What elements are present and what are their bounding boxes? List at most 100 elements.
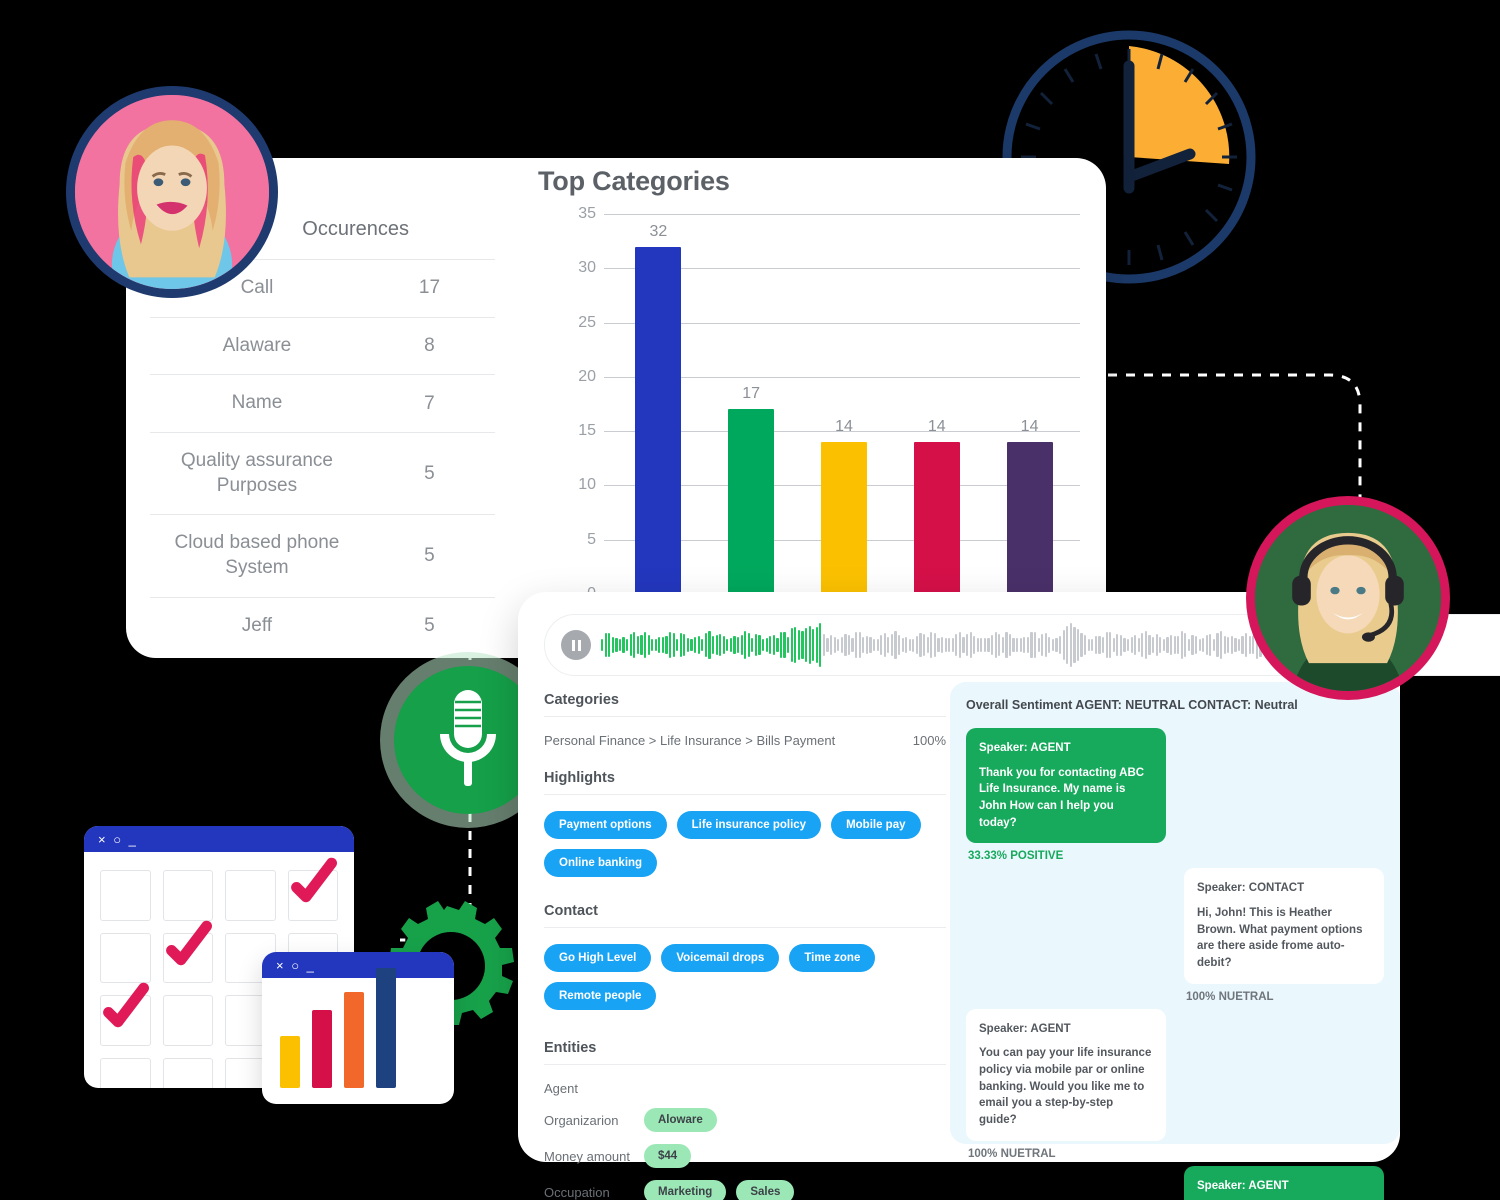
waveform-bar	[1230, 635, 1233, 655]
highlight-tag[interactable]: Life insurance policy	[676, 811, 822, 839]
bar	[913, 442, 960, 594]
message-speaker: Speaker: CONTACT	[1197, 882, 1305, 895]
chart-title: Top Categories	[538, 166, 730, 196]
waveform-bar	[1159, 636, 1162, 654]
highlight-tag[interactable]: Payment options	[544, 811, 667, 839]
waveform-bar	[1012, 638, 1015, 652]
checkbox[interactable]	[100, 870, 151, 921]
waveform-bar	[1173, 635, 1176, 655]
waveform-bar	[618, 638, 622, 652]
message-row: Speaker: AGENTYes, my email is heatherbr…	[966, 1165, 1384, 1200]
waveform-bar	[822, 633, 826, 657]
waveform-bar	[1005, 632, 1008, 658]
entity-chip[interactable]: Sales	[736, 1180, 795, 1200]
waveform-bar	[908, 638, 911, 652]
waveform-bar	[894, 631, 897, 659]
highlight-tag[interactable]: Online banking	[544, 849, 658, 877]
waveform-bar	[733, 635, 736, 655]
waveform-bar	[1126, 638, 1130, 652]
waveform-bar	[672, 633, 675, 657]
check-icon	[290, 857, 337, 903]
waveform-bar	[1091, 638, 1094, 652]
message-text: Hi, John! This is Heather Brown. What pa…	[1197, 907, 1363, 970]
pause-icon[interactable]	[561, 630, 591, 660]
bar-column: 17	[728, 214, 775, 594]
agent-headset-avatar	[1246, 496, 1450, 700]
table-row: Name 7	[150, 374, 495, 433]
waveform-bar	[679, 633, 682, 657]
contact-tag[interactable]: Go High Level	[544, 944, 652, 972]
waveform-bar	[1209, 634, 1212, 656]
call-analysis-card: Categories Personal Finance > Life Insur…	[518, 592, 1500, 1200]
waveform-bar	[887, 637, 890, 653]
row-value: 5	[363, 514, 495, 598]
entity-row: Agent	[544, 1081, 946, 1096]
row-label: Name	[150, 374, 364, 433]
waveform-bar	[980, 638, 983, 652]
category-path: Personal Finance > Life Insurance > Bill…	[544, 733, 836, 748]
waveform-bar	[1098, 636, 1101, 654]
waveform-bar	[1051, 638, 1055, 652]
waveform-bar	[740, 635, 743, 655]
waveform-bar	[754, 634, 758, 656]
waveform-bar	[1062, 630, 1065, 660]
row-value: 8	[363, 316, 495, 375]
waveform-bar	[708, 631, 711, 659]
contact-tag[interactable]: Voicemail drops	[661, 944, 780, 972]
waveform-bar	[923, 634, 926, 656]
waveform-bar	[944, 638, 947, 652]
waveform-bar	[890, 634, 894, 656]
waveform-bar	[958, 632, 961, 658]
bar-column: 32	[635, 214, 682, 594]
checkbox[interactable]	[225, 870, 276, 921]
waveform-bar	[1073, 626, 1076, 664]
checkbox[interactable]	[162, 995, 213, 1046]
waveform-bar	[830, 635, 833, 655]
message-row: Speaker: AGENT You can pay your life insu…	[966, 1008, 1384, 1160]
waveform-bar	[661, 637, 665, 653]
waveform-bar	[1033, 632, 1037, 658]
checkbox[interactable]	[100, 932, 151, 983]
entity-list: Agent Organizarion Aloware Money amount $44 O…	[544, 1081, 946, 1200]
waveform-bar	[1148, 635, 1151, 655]
row-value: 17	[363, 259, 495, 318]
waveform-bar	[1101, 636, 1105, 654]
table-row: Cloud based phone System 5	[150, 514, 495, 598]
message-text: You can pay your life insurance policy v…	[979, 1047, 1152, 1127]
row-value: 7	[363, 374, 495, 433]
waveform-bar	[1044, 633, 1047, 657]
waveform-bar	[1130, 636, 1133, 654]
waveform-bar	[1119, 634, 1123, 656]
waveform-bar	[1166, 637, 1169, 653]
entity-chip[interactable]: $44	[644, 1144, 692, 1168]
highlight-tag[interactable]: Mobile pay	[831, 811, 921, 839]
waveform-bar	[983, 637, 987, 653]
waveform-bar	[665, 636, 668, 654]
checkbox[interactable]	[162, 870, 213, 921]
chat-bubble: Speaker: CONTACT Hi, John! This is Heathe…	[1184, 868, 1384, 984]
waveform[interactable]	[601, 622, 1262, 668]
contact-tags: Go High Level Voicemail drops Time zone Rem…	[544, 944, 946, 1010]
bar	[820, 442, 867, 594]
entity-chip[interactable]: Aloware	[644, 1108, 717, 1132]
checkbox[interactable]	[100, 1057, 151, 1088]
waveform-bar	[837, 638, 840, 652]
entity-chip[interactable]: Marketing	[644, 1180, 727, 1200]
waveform-bar	[751, 638, 754, 652]
waveform-bar	[629, 633, 632, 656]
y-axis-tick: 35	[578, 205, 596, 222]
waveform-bar	[640, 635, 643, 655]
waveform-bar	[804, 628, 808, 662]
sentiment-header: Overall Sentiment AGENT: NEUTRAL CONTACT…	[966, 698, 1298, 712]
waveform-bar	[872, 638, 876, 651]
waveform-bar	[1084, 635, 1087, 655]
checkbox[interactable]	[287, 857, 338, 921]
contact-tag[interactable]: Remote people	[544, 982, 657, 1010]
message-row: Speaker: AGENT Thank you for contacting A…	[966, 728, 1384, 862]
checkbox[interactable]	[162, 1057, 213, 1088]
checkbox[interactable]	[162, 920, 213, 983]
checkbox[interactable]	[100, 982, 151, 1046]
entity-label: Agent	[544, 1081, 578, 1096]
contact-tag[interactable]: Time zone	[789, 944, 876, 972]
waveform-bar	[711, 636, 715, 654]
